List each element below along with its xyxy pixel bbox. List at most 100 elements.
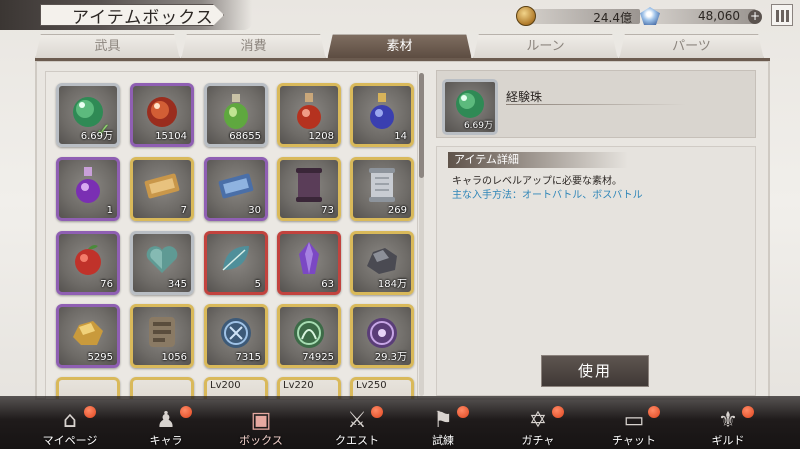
- selected-item-icon: 6.69万: [442, 79, 498, 135]
- coin-icon: [516, 6, 536, 26]
- tab-materials[interactable]: 素材: [327, 34, 472, 60]
- nav-item-label: ギルド: [711, 434, 745, 447]
- scrollbar-thumb[interactable]: [419, 73, 424, 178]
- use-button[interactable]: 使用: [541, 355, 649, 387]
- nav-item-label: ガチャ: [521, 434, 555, 447]
- nav-item-label: ボックス: [239, 434, 283, 447]
- item-slot[interactable]: 1: [56, 157, 120, 221]
- item-count: 29.3万: [374, 352, 407, 363]
- nav-item[interactable]: ♟ キャラ: [126, 400, 206, 449]
- hexagram-icon: ✡: [528, 408, 548, 433]
- item-slot[interactable]: 29.3万: [350, 304, 414, 368]
- item-count: 7315: [235, 352, 261, 363]
- item-count: 63: [321, 279, 334, 290]
- item-source: 主な入手方法：オートバトル、ボスバトル: [452, 190, 643, 201]
- coin-counter: 24.4億: [516, 6, 640, 26]
- notification-badge: [180, 406, 192, 418]
- item-count: 15104: [155, 131, 187, 142]
- gold-ticket-icon: [139, 162, 185, 212]
- notification-badge: [552, 406, 564, 418]
- coin-value: 24.4億: [593, 11, 632, 25]
- item-slot[interactable]: 1056: [130, 304, 194, 368]
- nav-item[interactable]: ⚜ ギルド: [688, 400, 768, 449]
- item-count: 1208: [308, 131, 334, 142]
- item-count: 345: [167, 279, 187, 290]
- item-count: 30: [248, 205, 261, 216]
- item-count: 269: [387, 205, 407, 216]
- item-slot[interactable]: 74925: [277, 304, 341, 368]
- item-count: 1056: [161, 352, 187, 363]
- nav-item-label: マイページ: [42, 434, 98, 447]
- item-slot[interactable]: 184万: [350, 231, 414, 295]
- tab-weapons[interactable]: 武具: [35, 34, 180, 60]
- item-detail-heading: アイテム詳細: [448, 152, 628, 168]
- chat-icon: ▭: [623, 408, 645, 433]
- item-slot[interactable]: ✓ 6.69万: [56, 83, 120, 147]
- selected-item-count: 6.69万: [463, 121, 493, 131]
- nav-item[interactable]: ⌂ マイページ: [30, 400, 110, 449]
- menu-icon[interactable]: [771, 4, 793, 26]
- item-description: キャラのレベルアップに必要な素材。: [452, 176, 622, 187]
- selected-item-name: 経験珠: [506, 90, 543, 104]
- nav-item[interactable]: ⚑ 試練: [403, 400, 483, 449]
- nav-item-label: クエスト: [335, 434, 379, 447]
- item-slot[interactable]: 5295: [56, 304, 120, 368]
- gem-counter: 48,060 +: [640, 6, 766, 25]
- item-count: 73: [321, 205, 334, 216]
- notification-badge: [371, 406, 383, 418]
- nav-item[interactable]: ▣ ボックス: [221, 400, 301, 449]
- nav-item-label: チャット: [612, 434, 656, 447]
- nav-item-label: キャラ: [149, 434, 183, 447]
- item-count: 74925: [302, 352, 334, 363]
- item-count: 5: [254, 279, 261, 290]
- item-slot[interactable]: 14: [350, 83, 414, 147]
- nav-item[interactable]: ✡ ガチャ: [498, 400, 578, 449]
- swords-icon: ⚔: [347, 408, 367, 433]
- item-level: Lv200: [210, 380, 241, 391]
- page-title: アイテムボックス: [72, 8, 214, 28]
- item-slot[interactable]: 7315: [204, 304, 268, 368]
- name-underline: [506, 104, 686, 105]
- item-slot[interactable]: 68655: [204, 83, 268, 147]
- home-icon: ⌂: [63, 408, 77, 433]
- item-slot[interactable]: 7: [130, 157, 194, 221]
- nav-item-label: 試練: [432, 434, 454, 447]
- nav-item[interactable]: ▭ チャット: [594, 400, 674, 449]
- item-count: 68655: [229, 131, 261, 142]
- guild-icon: ⚜: [718, 408, 738, 433]
- characters-icon: ♟: [156, 408, 176, 433]
- item-slot[interactable]: 63: [277, 231, 341, 295]
- leaf-icon: [213, 236, 259, 286]
- tab-consumables[interactable]: 消費: [181, 34, 326, 60]
- title-plate: アイテムボックス: [0, 0, 252, 30]
- gem-value: 48,060: [698, 9, 740, 23]
- tab-parts[interactable]: パーツ: [619, 34, 764, 60]
- notification-badge: [84, 406, 96, 418]
- item-slot[interactable]: 73: [277, 157, 341, 221]
- item-count: 14: [394, 131, 407, 142]
- item-count: 7: [180, 205, 187, 216]
- item-slot[interactable]: 1208: [277, 83, 341, 147]
- item-grid-scrollbar[interactable]: [419, 73, 424, 396]
- box-icon: ▣: [250, 408, 272, 433]
- item-count: 6.69万: [80, 131, 113, 142]
- notification-badge: [457, 406, 469, 418]
- tab-underline: [35, 58, 770, 61]
- header-bar: アイテムボックス 24.4億 48,060 +: [0, 0, 800, 34]
- tab-runes[interactable]: ルーン: [473, 34, 618, 60]
- add-gems-button[interactable]: +: [748, 10, 762, 24]
- item-count: 184万: [377, 279, 407, 290]
- item-slot[interactable]: 345: [130, 231, 194, 295]
- item-slot[interactable]: 269: [350, 157, 414, 221]
- item-count: 76: [100, 279, 113, 290]
- item-slot[interactable]: 15104: [130, 83, 194, 147]
- notification-badge: [648, 406, 660, 418]
- item-slot[interactable]: 76: [56, 231, 120, 295]
- item-slot[interactable]: 5: [204, 231, 268, 295]
- nav-item[interactable]: ⚔ クエスト: [317, 400, 397, 449]
- notification-badge: [742, 406, 754, 418]
- bottom-nav: [0, 396, 800, 449]
- purple-potion-icon: [65, 162, 111, 212]
- item-count: 1: [106, 205, 113, 216]
- item-slot[interactable]: 30: [204, 157, 268, 221]
